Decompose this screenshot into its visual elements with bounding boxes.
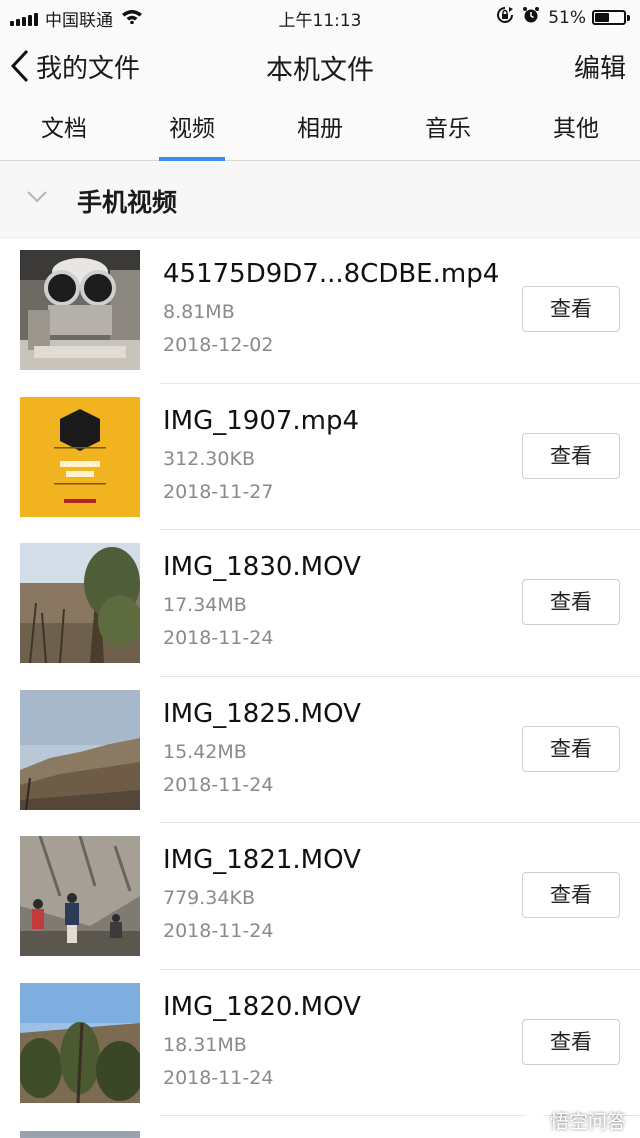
section-header[interactable]: 手机视频 bbox=[0, 161, 640, 238]
file-size: 17.34MB bbox=[163, 594, 247, 616]
section-title: 手机视频 bbox=[77, 188, 178, 217]
file-size: 312.30KB bbox=[163, 447, 255, 470]
status-right: 51% bbox=[496, 6, 630, 29]
video-thumbnail bbox=[20, 836, 140, 956]
view-button[interactable]: 查看 bbox=[522, 432, 620, 479]
file-row[interactable]: IMG_1830.MOV 17.34MB 2018-11-24 查看 bbox=[0, 530, 640, 677]
file-name: IMG_1825.MOV bbox=[163, 698, 361, 729]
watermark: 悟空问答 bbox=[522, 1107, 626, 1134]
tab-albums[interactable]: 相册 bbox=[256, 100, 384, 160]
file-size: 18.31MB bbox=[163, 1033, 247, 1056]
file-date: 2018-11-24 bbox=[163, 773, 274, 796]
view-button[interactable]: 查看 bbox=[522, 579, 620, 625]
battery-cap bbox=[627, 14, 630, 21]
back-button[interactable]: 我的文件 bbox=[10, 46, 140, 86]
file-row[interactable]: IMG_1825.MOV 15.42MB 2018-11-24 查看 bbox=[0, 677, 640, 824]
alarm-icon bbox=[522, 6, 540, 29]
battery-icon bbox=[592, 10, 626, 25]
video-thumbnail bbox=[20, 396, 140, 517]
watermark-label: 悟空问答 bbox=[549, 1111, 626, 1133]
view-button[interactable]: 查看 bbox=[522, 286, 620, 332]
view-button[interactable]: 查看 bbox=[522, 872, 620, 918]
file-list: 45175D9D7...8CDBE.mp4 8.81MB 2018-12-02 … bbox=[0, 237, 640, 1116]
file-date: 2018-11-24 bbox=[163, 627, 274, 649]
file-name: IMG_1820.MOV bbox=[163, 991, 361, 1022]
tab-videos[interactable]: 视频 bbox=[128, 100, 256, 161]
tab-documents[interactable]: 文档 bbox=[0, 100, 128, 160]
file-date: 2018-11-27 bbox=[163, 480, 274, 503]
video-thumbnail bbox=[20, 543, 140, 663]
battery-percent: 51% bbox=[548, 7, 586, 28]
file-row[interactable]: IMG_1820.MOV 18.31MB 2018-11-24 查看 bbox=[0, 970, 640, 1117]
file-name: IMG_1907.mp4 bbox=[163, 405, 360, 436]
chevron-down-icon bbox=[26, 189, 48, 208]
file-row[interactable]: IMG_1821.MOV 779.34KB 2018-11-24 查看 bbox=[0, 823, 640, 970]
tab-bar: 文档 视频 相册 音乐 其他 bbox=[0, 100, 640, 161]
status-bar: 中国联通 上午11:13 51% bbox=[0, 0, 640, 34]
video-thumbnail bbox=[20, 250, 140, 370]
nav-bar: 我的文件 本机文件 编辑 bbox=[0, 34, 640, 101]
file-name: 45175D9D7...8CDBE.mp4 bbox=[163, 259, 500, 289]
view-button[interactable]: 查看 bbox=[522, 725, 620, 772]
file-size: 15.42MB bbox=[163, 740, 247, 763]
chevron-left-icon bbox=[10, 49, 29, 83]
back-button-label: 我的文件 bbox=[36, 53, 141, 84]
file-name: IMG_1821.MOV bbox=[163, 845, 361, 875]
file-size: 779.34KB bbox=[163, 887, 255, 909]
tab-other[interactable]: 其他 bbox=[512, 100, 640, 160]
file-date: 2018-12-02 bbox=[163, 334, 274, 356]
video-thumbnail bbox=[20, 689, 140, 810]
view-button[interactable]: 查看 bbox=[522, 1018, 620, 1065]
tab-music[interactable]: 音乐 bbox=[384, 100, 512, 160]
video-thumbnail bbox=[20, 982, 140, 1103]
partial-thumbnail bbox=[20, 1131, 140, 1138]
edit-button[interactable]: 编辑 bbox=[574, 48, 626, 85]
file-date: 2018-11-24 bbox=[163, 1066, 274, 1089]
file-date: 2018-11-24 bbox=[163, 920, 274, 942]
rotation-lock-icon bbox=[496, 6, 514, 29]
file-size: 8.81MB bbox=[163, 301, 235, 323]
file-row[interactable]: IMG_1907.mp4 312.30KB 2018-11-27 查看 bbox=[0, 384, 640, 531]
file-name: IMG_1830.MOV bbox=[163, 552, 361, 582]
wukong-logo-icon bbox=[522, 1109, 545, 1132]
file-row[interactable]: 45175D9D7...8CDBE.mp4 8.81MB 2018-12-02 … bbox=[0, 237, 640, 384]
